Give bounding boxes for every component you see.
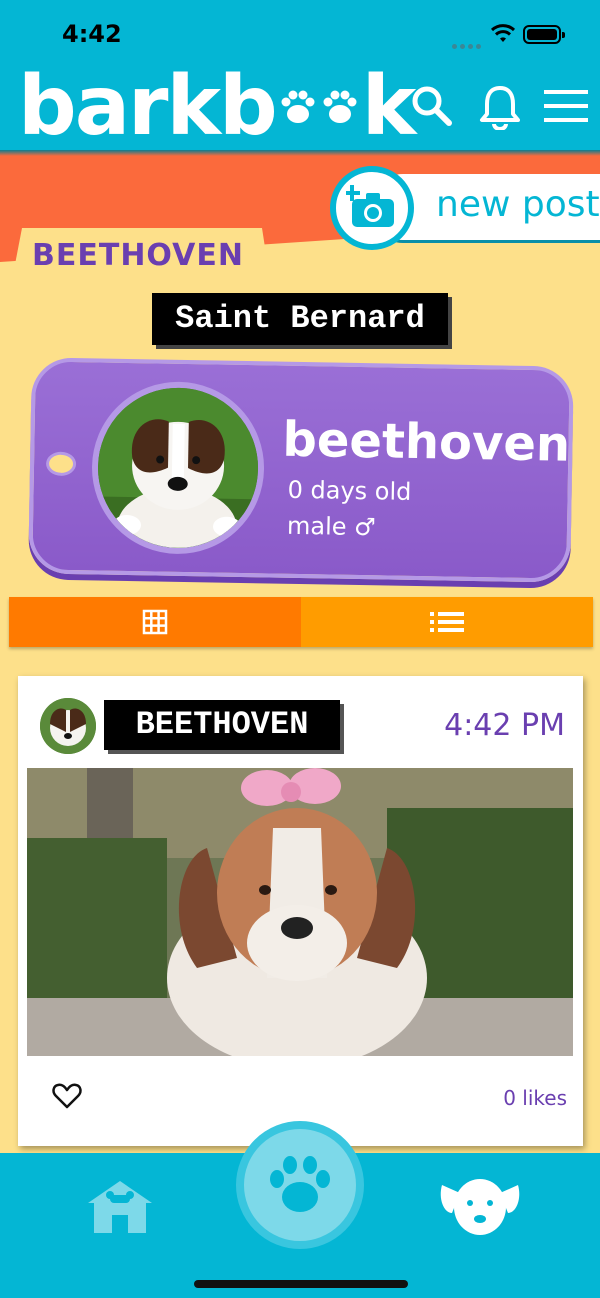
logo-text-start: barkb [18,58,278,154]
dog-gender: male ♂ [286,511,376,542]
battery-icon [523,25,565,44]
status-bar: 4:42 [0,0,600,62]
puppy-thumb [40,698,96,754]
dog-name: beethoven [282,411,571,473]
home-icon[interactable] [86,1179,154,1235]
list-icon [430,612,464,632]
profile-tab-name: BEETHOVEN [32,238,244,273]
dog-age: 0 days old [287,475,412,506]
dog-icon[interactable] [438,1173,522,1237]
app-root: 4:42 barkb k BEETHOVEN new post Saint Be… [0,0,600,1298]
post-card: BEETHOVEN 4:42 PM 0 likes [18,676,583,1146]
grid-view-tab[interactable] [9,597,301,647]
status-time: 4:42 [62,20,122,48]
paw-feed-button[interactable] [236,1121,364,1249]
search-icon[interactable] [410,84,454,128]
paw-icon [270,1156,330,1212]
bell-icon[interactable] [478,84,522,130]
grid-icon [142,609,168,635]
post-time: 4:42 PM [444,708,565,743]
barkbook-logo[interactable]: barkb k [18,59,416,154]
like-heart-icon[interactable] [52,1082,82,1110]
view-toggle [9,597,593,647]
home-indicator [194,1280,408,1288]
add-photo-icon [346,185,394,227]
likes-count[interactable]: 0 likes [503,1086,567,1110]
dog-photo [27,768,573,1056]
post-photo[interactable] [27,768,573,1056]
logo-paws-icon [278,86,360,126]
list-view-tab[interactable] [301,597,593,647]
profile-avatar[interactable] [90,380,266,556]
menu-icon[interactable] [544,88,588,124]
post-author[interactable]: BEETHOVEN [104,700,340,750]
header-shadow [0,150,600,156]
wifi-icon [490,24,516,42]
logo-text-end: k [361,58,417,154]
puppy-photo [96,386,260,556]
profile-name-tab: BEETHOVEN [12,228,270,280]
new-post-label: new post [436,184,600,225]
dog-tag-card: beethoven 0 days old male ♂ [28,357,574,583]
new-post-camera[interactable] [330,166,414,250]
tag-hole [45,451,77,477]
bottom-nav [0,1121,600,1298]
post-author-avatar[interactable] [40,698,96,754]
signal-dots-icon [452,36,484,49]
app-header: barkb k [0,59,600,154]
breed-label: Saint Bernard [152,293,448,345]
new-post-button[interactable]: new post [330,166,600,256]
